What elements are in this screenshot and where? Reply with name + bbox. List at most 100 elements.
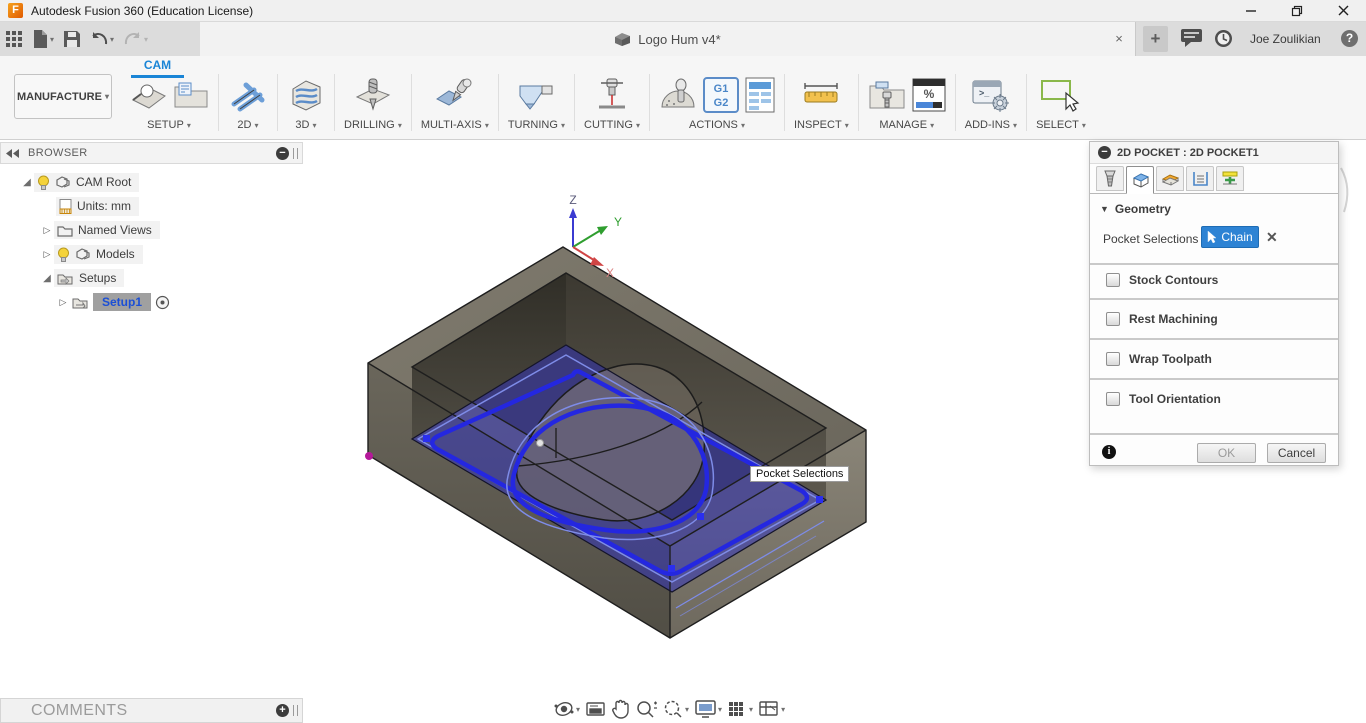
help-button[interactable]: ? [1341,30,1358,47]
setup-sheet-icon[interactable] [745,77,775,113]
tree-item-units[interactable]: Units: mm [0,194,303,218]
setup1-selected-chip[interactable]: Setup1 [93,293,152,311]
g1g2-code-icon[interactable]: G1G2 [702,77,739,113]
grip-dot-blue-1[interactable] [423,435,430,442]
collapsed-triangle-icon[interactable] [40,225,54,236]
comments-panel[interactable]: COMMENTS + [0,698,303,723]
tab-geometry[interactable] [1126,166,1154,194]
group-label-drilling[interactable]: DRILLING [344,119,402,131]
viewports-button[interactable] [758,699,785,719]
group-label-2d[interactable]: 2D [237,119,258,131]
browser-header[interactable]: BROWSER − [0,142,303,164]
tab-passes[interactable] [1186,166,1214,191]
collapsed-triangle-icon[interactable] [56,297,70,308]
tool-orientation-checkbox[interactable] [1106,392,1120,406]
dialog-collapse-icon[interactable]: − [1098,146,1111,159]
collapsed-triangle-icon[interactable] [40,249,54,260]
group-label-select[interactable]: SELECT [1036,119,1086,131]
new-setup-icon[interactable] [129,78,167,112]
measure-icon[interactable] [801,78,841,112]
redo-button[interactable] [124,32,148,46]
group-label-addins[interactable]: ADD-INS [965,119,1017,131]
select-icon[interactable] [1040,77,1082,113]
tool-library-icon[interactable] [868,78,906,112]
2d-milling-icon[interactable] [228,78,268,112]
rest-machining-row[interactable]: Rest Machining [1106,312,1218,326]
grid-button[interactable] [727,699,753,719]
visibility-bulb-icon[interactable] [37,175,50,190]
group-label-setup[interactable]: SETUP [147,119,191,131]
minimize-button[interactable] [1228,0,1274,21]
tree-item-cam-root[interactable]: CAM Root [0,170,303,194]
group-label-turning[interactable]: TURNING [508,119,565,131]
chain-selection-button[interactable]: Chain [1201,226,1259,248]
tree-item-named-views[interactable]: Named Views [0,218,303,242]
restore-button[interactable] [1274,0,1320,21]
active-setup-target-icon[interactable] [155,295,170,310]
post-process-icon[interactable] [659,77,697,113]
tree-item-setups[interactable]: Setups [0,266,303,290]
zoom-button[interactable] [635,699,658,719]
cancel-button[interactable]: Cancel [1267,443,1326,463]
close-document-icon[interactable]: × [1111,31,1127,47]
grip-dot-blue-3[interactable] [697,513,704,520]
collapse-panel-arrows-icon[interactable] [6,148,20,158]
new-folder-setup-icon[interactable] [173,79,209,111]
grip-dot-blue-2[interactable] [816,496,823,503]
cutting-icon[interactable] [594,77,630,113]
tab-linking[interactable] [1216,166,1244,191]
orbit-button[interactable] [553,699,580,719]
expand-comments-icon[interactable]: + [276,704,289,717]
remove-selection-icon[interactable]: ✕ [1266,229,1278,246]
tool-orientation-row[interactable]: Tool Orientation [1106,392,1221,406]
group-label-cutting[interactable]: CUTTING [584,119,640,131]
group-label-inspect[interactable]: INSPECT [794,119,849,131]
new-document-button[interactable]: + [1143,26,1168,52]
expanded-triangle-icon[interactable] [40,273,54,284]
wrap-toolpath-checkbox[interactable] [1106,352,1120,366]
comments-resize-grip[interactable] [293,705,298,716]
3d-milling-icon[interactable] [287,77,325,113]
drilling-icon[interactable] [354,77,392,113]
addins-scripts-icon[interactable]: >_ [971,77,1011,113]
group-label-3d[interactable]: 3D [295,119,316,131]
file-menu-button[interactable] [33,30,54,48]
visibility-bulb-icon[interactable] [57,247,70,262]
machining-time-icon[interactable]: % [912,78,946,112]
feedback-button[interactable] [1181,29,1202,52]
geometry-section-header[interactable]: ▼ Geometry [1100,202,1171,216]
zoom-window-button[interactable] [662,699,689,719]
user-account-button[interactable]: Joe Zoulikian [1250,22,1321,56]
undo-button[interactable] [90,32,114,46]
workspace-selector[interactable]: MANUFACTURE [14,74,112,119]
save-button[interactable] [64,31,81,47]
stock-contours-checkbox[interactable] [1106,273,1120,287]
expanded-triangle-icon[interactable] [20,177,34,188]
app-grid-button[interactable] [6,30,23,48]
group-label-multiaxis[interactable]: MULTI-AXIS [421,119,489,131]
turning-icon[interactable] [516,78,556,112]
group-label-actions[interactable]: ACTIONS [689,119,745,131]
multi-axis-icon[interactable] [435,77,475,113]
tree-item-models[interactable]: Models [0,242,303,266]
browser-resize-grip[interactable] [293,147,298,159]
grip-dot-blue-4[interactable] [668,565,675,572]
stock-contours-row[interactable]: Stock Contours [1106,273,1218,287]
collapse-all-icon[interactable]: − [276,146,289,160]
close-button[interactable] [1320,0,1366,21]
display-settings-button[interactable] [694,699,722,719]
viewport[interactable]: Z Y X Pocket Selections BROWSER − CAM Ro [0,140,1366,723]
dialog-header[interactable]: − 2D POCKET : 2D POCKET1 [1090,142,1338,164]
grip-dot-magenta[interactable] [365,452,373,460]
job-status-button[interactable] [1214,29,1233,53]
wrap-toolpath-row[interactable]: Wrap Toolpath [1106,352,1212,366]
document-tab[interactable]: Logo Hum v4* × [200,22,1136,56]
look-at-button[interactable] [585,700,606,718]
tab-heights[interactable] [1156,166,1184,191]
pan-button[interactable] [611,699,630,719]
ok-button[interactable]: OK [1197,443,1256,463]
grip-dot-white[interactable] [536,439,544,447]
rest-machining-checkbox[interactable] [1106,312,1120,326]
info-icon[interactable]: i [1102,445,1116,459]
tree-item-setup1[interactable]: Setup1 [0,290,303,314]
